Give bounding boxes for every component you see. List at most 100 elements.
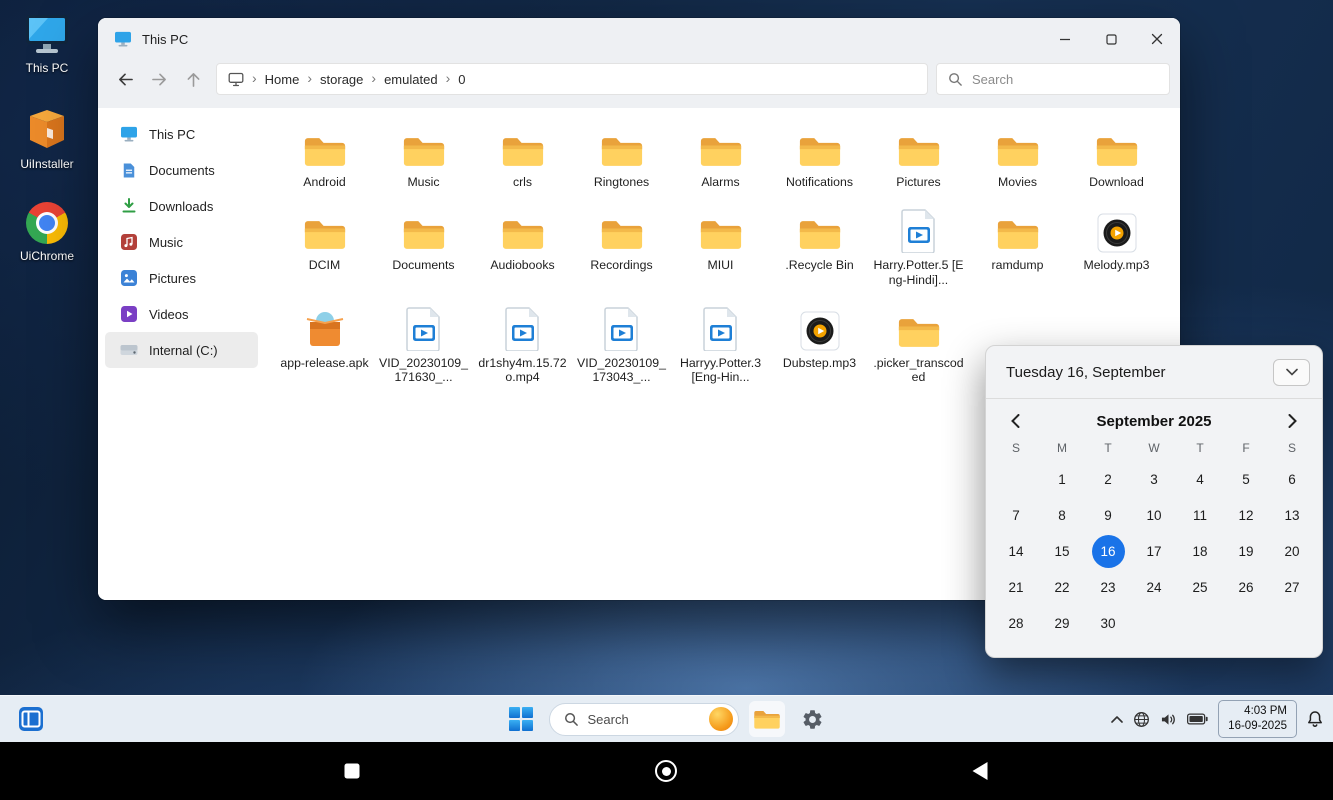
forward-button[interactable] [142, 62, 176, 96]
calendar-day[interactable]: 27 [1269, 569, 1315, 605]
calendar-day[interactable]: 8 [1039, 497, 1085, 533]
file-item[interactable]: Alarms [671, 116, 770, 190]
explorer-search-box[interactable] [936, 63, 1170, 95]
file-item[interactable]: VID_20230109_171630_... [374, 297, 473, 386]
file-item[interactable]: Pictures [869, 116, 968, 190]
breadcrumb-item[interactable]: Home [265, 72, 300, 87]
taskbar-settings[interactable] [795, 701, 831, 737]
file-item[interactable]: Movies [968, 116, 1067, 190]
calendar-day[interactable]: 21 [993, 569, 1039, 605]
calendar-day[interactable]: 11 [1177, 497, 1223, 533]
desktop-icon-this-pc[interactable]: This PC [3, 12, 91, 75]
calendar-day[interactable]: 12 [1223, 497, 1269, 533]
sidebar-item-documents[interactable]: Documents [105, 152, 258, 188]
calendar-day[interactable]: 7 [993, 497, 1039, 533]
breadcrumb[interactable]: › Home › storage › emulated › 0 [216, 63, 928, 95]
file-item[interactable]: Documents [374, 199, 473, 288]
file-item[interactable]: Audiobooks [473, 199, 572, 288]
taskbar-file-explorer[interactable] [749, 701, 785, 737]
calendar-day[interactable]: 29 [1039, 605, 1085, 641]
file-item[interactable]: app-release.apk [275, 297, 374, 386]
calendar-day[interactable]: 13 [1269, 497, 1315, 533]
calendar-day[interactable]: 9 [1085, 497, 1131, 533]
minimize-button[interactable] [1042, 18, 1088, 60]
recents-button[interactable] [345, 764, 360, 779]
file-item[interactable]: Harry.Potter.5 [Eng-Hindi]... [869, 199, 968, 288]
window-titlebar[interactable]: This PC [98, 18, 1180, 60]
sidebar-item-downloads[interactable]: Downloads [105, 188, 258, 224]
calendar-day[interactable]: 5 [1223, 461, 1269, 497]
calendar-day[interactable]: 30 [1085, 605, 1131, 641]
battery-icon[interactable] [1187, 713, 1208, 725]
file-item[interactable]: .picker_transcoded [869, 297, 968, 386]
home-button[interactable] [655, 760, 677, 782]
calendar-day[interactable]: 26 [1223, 569, 1269, 605]
back-button[interactable] [108, 62, 142, 96]
calendar-day[interactable]: 28 [993, 605, 1039, 641]
network-globe-icon[interactable] [1133, 711, 1150, 728]
file-item[interactable]: .Recycle Bin [770, 199, 869, 288]
file-item[interactable]: ramdump [968, 199, 1067, 288]
calendar-collapse-button[interactable] [1273, 359, 1310, 386]
breadcrumb-item[interactable]: emulated [384, 72, 437, 87]
sidebar-item-pictures[interactable]: Pictures [105, 260, 258, 296]
calendar-day[interactable]: 18 [1177, 533, 1223, 569]
calendar-day[interactable]: 2 [1085, 461, 1131, 497]
file-item[interactable]: VID_20230109_173043_... [572, 297, 671, 386]
breadcrumb-item[interactable]: storage [320, 72, 363, 87]
sidebar-item-this-pc[interactable]: This PC [105, 116, 258, 152]
file-item[interactable]: Android [275, 116, 374, 190]
calendar-day[interactable]: 19 [1223, 533, 1269, 569]
calendar-day[interactable]: 14 [993, 533, 1039, 569]
next-month-button[interactable] [1282, 410, 1304, 432]
file-label: DCIM [309, 258, 340, 273]
calendar-day[interactable]: 6 [1269, 461, 1315, 497]
calendar-day[interactable]: 25 [1177, 569, 1223, 605]
calendar-day[interactable]: 23 [1085, 569, 1131, 605]
close-button[interactable] [1134, 18, 1180, 60]
sidebar-item-internal-c[interactable]: Internal (C:) [105, 332, 258, 368]
previous-month-button[interactable] [1004, 410, 1026, 432]
file-item[interactable]: Recordings [572, 199, 671, 288]
calendar-day[interactable]: 22 [1039, 569, 1085, 605]
desktop-icon-label: This PC [26, 61, 69, 75]
file-item[interactable]: MIUI [671, 199, 770, 288]
calendar-day[interactable]: 20 [1269, 533, 1315, 569]
calendar-day[interactable]: 10 [1131, 497, 1177, 533]
tray-chevron-up-icon[interactable] [1111, 716, 1123, 723]
sidebar-item-music[interactable]: Music [105, 224, 258, 260]
up-button[interactable] [176, 62, 210, 96]
file-item[interactable]: crls [473, 116, 572, 190]
file-item[interactable]: Ringtones [572, 116, 671, 190]
calendar-day[interactable]: 15 [1039, 533, 1085, 569]
file-item[interactable]: Melody.mp3 [1067, 199, 1166, 288]
window-manager-icon[interactable] [18, 706, 44, 732]
maximize-button[interactable] [1088, 18, 1134, 60]
calendar-day[interactable]: 16 [1092, 535, 1125, 568]
file-item[interactable]: Notifications [770, 116, 869, 190]
notifications-bell-icon[interactable] [1307, 710, 1323, 728]
volume-icon[interactable] [1160, 712, 1177, 727]
file-item[interactable]: Harryy.Potter.3[Eng-Hin... [671, 297, 770, 386]
file-item[interactable]: DCIM [275, 199, 374, 288]
file-item[interactable]: Dubstep.mp3 [770, 297, 869, 386]
calendar-day[interactable]: 3 [1131, 461, 1177, 497]
calendar-day[interactable]: 24 [1131, 569, 1177, 605]
breadcrumb-item[interactable]: 0 [458, 72, 465, 87]
back-nav-button[interactable] [973, 762, 988, 780]
start-button[interactable] [503, 701, 539, 737]
file-item[interactable]: Download [1067, 116, 1166, 190]
desktop-icon-uiinstaller[interactable]: UiInstaller [3, 106, 91, 171]
file-item[interactable]: dr1shy4m.15.72o.mp4 [473, 297, 572, 386]
taskbar-search[interactable]: Search [549, 703, 739, 736]
calendar-day[interactable]: 4 [1177, 461, 1223, 497]
desktop-icon-uichrome[interactable]: UiChrome [3, 202, 91, 263]
video-icon [703, 305, 739, 351]
calendar-day[interactable]: 1 [1039, 461, 1085, 497]
breadcrumb-separator: › [307, 70, 312, 86]
sidebar-item-videos[interactable]: Videos [105, 296, 258, 332]
calendar-day[interactable]: 17 [1131, 533, 1177, 569]
file-item[interactable]: Music [374, 116, 473, 190]
taskbar-clock[interactable]: 4:03 PM 16-09-2025 [1218, 700, 1297, 738]
search-input[interactable] [972, 72, 1158, 87]
